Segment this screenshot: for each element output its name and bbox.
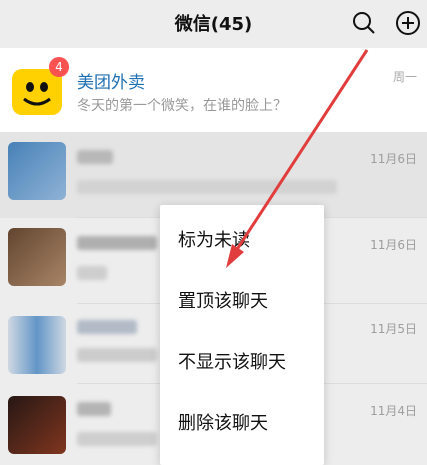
menu-item-hide-chat[interactable]: 不显示该聊天 <box>160 333 324 393</box>
top-header: 微信(45) <box>0 0 427 48</box>
menu-item-pin-chat[interactable]: 置顶该聊天 <box>160 272 324 332</box>
menu-item-mark-unread[interactable]: 标为未读 <box>160 211 324 271</box>
plus-circle-icon[interactable] <box>395 10 421 36</box>
menu-item-delete-chat[interactable]: 删除该聊天 <box>160 394 324 454</box>
chat-time: 周一 <box>392 70 417 84</box>
chat-row-meituan[interactable]: 4 美团外卖 冬天的第一个微笑，在谁的脸上？ 周一 <box>0 48 427 132</box>
chat-context-menu: 标为未读 置顶该聊天 不显示该聊天 删除该聊天 <box>160 205 324 465</box>
unread-badge: 4 <box>49 57 69 77</box>
chat-preview: 冬天的第一个微笑，在谁的脸上？ <box>77 98 287 114</box>
chat-name: 美团外卖 <box>77 73 145 93</box>
search-icon[interactable] <box>351 10 377 36</box>
